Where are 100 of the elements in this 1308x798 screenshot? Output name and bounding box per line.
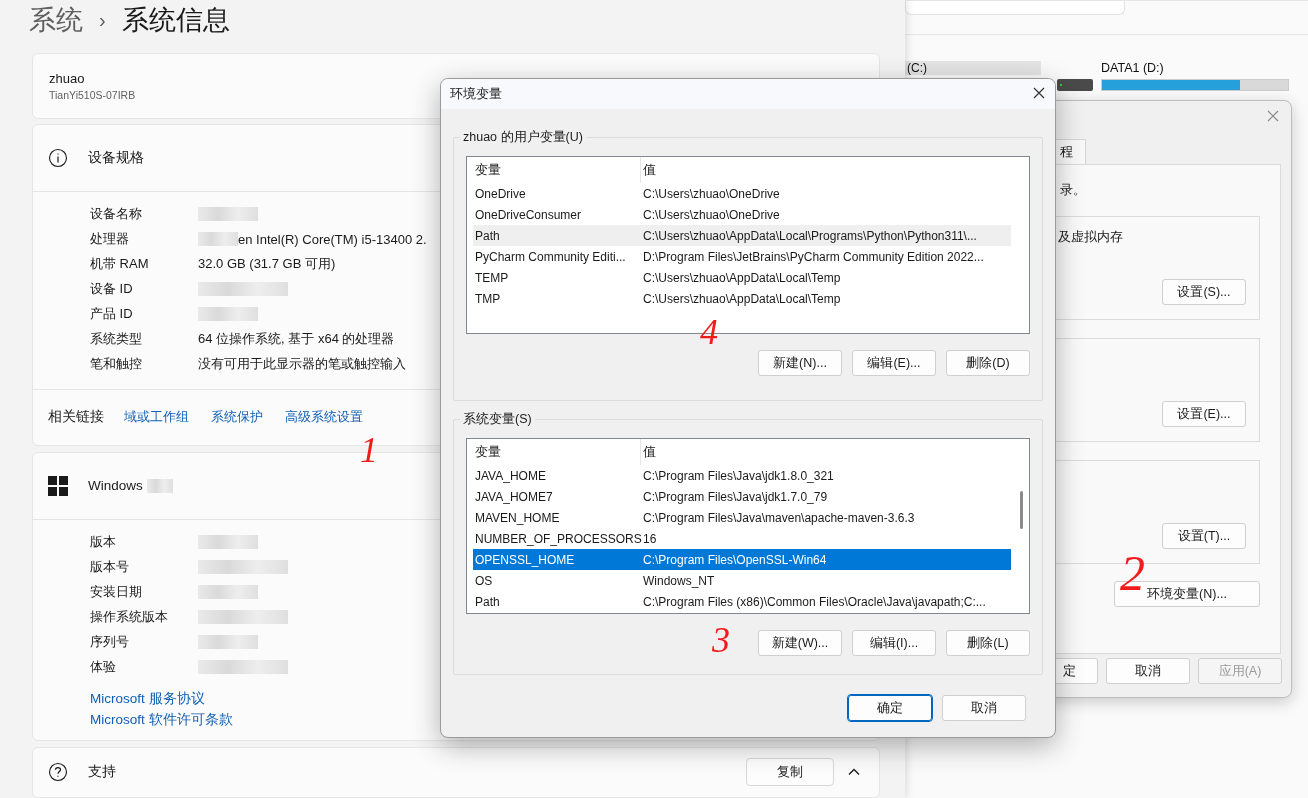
drive-label: (C:) xyxy=(907,61,927,75)
variable-value: C:\Program Files\OpenSSL-Win64 xyxy=(642,552,828,567)
variable-value: C:\Users\zhuao\OneDrive xyxy=(642,207,781,222)
variable-row[interactable]: OneDrive C:\Users\zhuao\OneDrive xyxy=(473,183,1011,204)
spec-value: 32.0 GB (31.7 GB 可用) xyxy=(198,255,336,274)
annotation-number: 3 xyxy=(712,622,730,658)
column-header[interactable]: 值 xyxy=(641,439,1011,465)
spec-label: 产品 ID xyxy=(90,305,134,324)
settings-button[interactable]: 设置(T)... xyxy=(1162,523,1246,549)
variable-value: 16 xyxy=(642,531,658,546)
spec-label: 安装日期 xyxy=(90,583,143,602)
dialog-button[interactable]: 编辑(I)... xyxy=(852,630,936,656)
variable-name: NUMBER_OF_PROCESSORS xyxy=(474,531,641,546)
spec-label: 设备 ID xyxy=(90,280,134,299)
spec-value: 64 位操作系统, 基于 x64 的处理器 xyxy=(198,330,395,349)
settings-button[interactable]: 设置(E)... xyxy=(1162,401,1246,427)
close-icon xyxy=(1033,87,1045,99)
related-link[interactable]: 高级系统设置 xyxy=(285,408,363,427)
scrollbar-thumb[interactable] xyxy=(1020,491,1023,529)
dialog-button[interactable]: 删除(D) xyxy=(946,350,1030,376)
info-icon xyxy=(48,147,68,168)
spec-label: 版本 xyxy=(90,533,117,552)
spec-label: 机带 RAM xyxy=(90,255,150,274)
window-title: 环境变量 xyxy=(450,85,503,103)
close-button[interactable] xyxy=(1033,87,1047,101)
annotation-number: 1 xyxy=(360,432,378,468)
help-icon xyxy=(48,762,68,783)
dialog-button[interactable]: 新建(N)... xyxy=(758,350,842,376)
variable-row[interactable]: JAVA_HOME7 C:\Program Files\Java\jdk1.7.0_79 xyxy=(473,486,1011,507)
variable-row[interactable]: OS Windows_NT xyxy=(473,570,1011,591)
column-header[interactable]: 变量 xyxy=(473,439,641,465)
group-title: 系统变量(S) xyxy=(460,411,535,428)
group-title: zhuao 的用户变量(U) xyxy=(460,129,586,146)
variable-name: OneDrive xyxy=(474,186,527,201)
breadcrumb-separator: › xyxy=(99,8,106,32)
dialog-button[interactable]: 编辑(E)... xyxy=(852,350,936,376)
spec-label: 版本号 xyxy=(90,558,130,577)
variable-row[interactable]: TMP C:\Users\zhuao\AppData\Local\Temp xyxy=(473,288,1011,309)
spec-label: 设备名称 xyxy=(90,205,143,224)
description-text: 录。 xyxy=(1060,182,1087,199)
variable-name: MAVEN_HOME xyxy=(474,510,561,525)
dialog-button[interactable]: 取消 xyxy=(942,695,1026,721)
variable-name: JAVA_HOME7 xyxy=(474,489,554,504)
windows-logo-icon xyxy=(48,475,68,496)
spec-label: 序列号 xyxy=(90,633,130,652)
variable-name: TEMP xyxy=(474,270,510,285)
dialog-button[interactable]: 新建(W)... xyxy=(758,630,842,656)
variable-row[interactable]: PyCharm Community Editi... D:\Program Files\JetBrains\PyCharm Community Edition 2022... xyxy=(473,246,1011,267)
device-model: TianYi510S-07IRB xyxy=(49,88,136,101)
page-title: 系统信息 xyxy=(121,4,230,38)
close-icon xyxy=(1267,109,1279,122)
device-name: zhuao xyxy=(49,70,85,86)
settings-button[interactable]: 设置(S)... xyxy=(1162,279,1246,305)
spec-label: 操作系统版本 xyxy=(90,608,169,627)
variable-value: C:\Users\zhuao\AppData\Local\Temp xyxy=(642,291,842,306)
spec-label: 处理器 xyxy=(90,230,130,249)
variable-name: OPENSSL_HOME xyxy=(474,552,576,567)
variable-row[interactable]: OneDriveConsumer C:\Users\zhuao\OneDrive xyxy=(473,204,1011,225)
variable-row[interactable]: MAVEN_HOME C:\Program Files\Java\maven\apache-maven-3.6.3 xyxy=(473,507,1011,528)
dialog-button[interactable]: 删除(L) xyxy=(946,630,1030,656)
breadcrumb-link[interactable]: 系统 xyxy=(29,2,83,39)
variable-name: Path xyxy=(474,228,501,243)
drive-icon xyxy=(1057,77,1093,91)
variable-value: C:\Program Files\Java\jdk1.7.0_79 xyxy=(642,489,829,504)
variable-row[interactable]: OPENSSL_HOME C:\Program Files\OpenSSL-Win64 xyxy=(473,549,1011,570)
links-label: 相关链接 xyxy=(48,408,104,427)
variable-row[interactable]: NUMBER_OF_PROCESSORS 16 xyxy=(473,528,1011,549)
variable-value: D:\Program Files\JetBrains\PyCharm Community Edition 2022... xyxy=(642,249,985,264)
variable-row[interactable]: Path C:\Program Files (x86)\Common Files\Oracle\Java\javapath;C:... xyxy=(473,591,1011,612)
section-title: Windows xyxy=(88,478,143,494)
spec-value: 没有可用于此显示器的笔或触控输入 xyxy=(198,355,406,374)
dialog-button[interactable]: 确定 xyxy=(848,695,932,721)
spec-label: 笔和触控 xyxy=(90,355,143,374)
variable-value: C:\Program Files\Java\maven\apache-maven-3.6.3 xyxy=(642,510,916,525)
related-link[interactable]: 域或工作组 xyxy=(124,408,189,427)
variable-name: OneDriveConsumer xyxy=(474,207,583,222)
related-link[interactable]: 系统保护 xyxy=(211,408,263,427)
annotation-number: 4 xyxy=(700,314,718,350)
variable-name: Path xyxy=(474,594,501,609)
spec-value: en Intel(R) Core(TM) i5-13400 2. xyxy=(238,231,427,247)
section-title: 支持 xyxy=(88,763,116,782)
copy-button[interactable]: 复制 xyxy=(746,758,834,787)
variable-value: C:\Users\zhuao\OneDrive xyxy=(642,186,781,201)
variable-value: C:\Users\zhuao\AppData\Local\Programs\Python\Python311\... xyxy=(642,228,978,243)
drive-label: DATA1 (D:) xyxy=(1101,61,1165,75)
group-text: 及虚拟内存 xyxy=(1058,229,1123,246)
dialog-button[interactable]: 取消 xyxy=(1106,658,1190,684)
variable-row[interactable]: JAVA_HOME C:\Program Files\Java\jdk1.8.0_321 xyxy=(473,465,1011,486)
variable-row[interactable]: TEMP C:\Users\zhuao\AppData\Local\Temp xyxy=(473,267,1011,288)
variable-row[interactable]: Path C:\Users\zhuao\AppData\Local\Programs\Python\Python311\... xyxy=(473,225,1011,246)
column-header[interactable]: 变量 xyxy=(473,157,641,183)
section-title: 设备规格 xyxy=(88,148,144,167)
spec-label: 系统类型 xyxy=(90,330,143,349)
variable-name: PyCharm Community Editi... xyxy=(474,249,627,264)
variable-value: C:\Users\zhuao\AppData\Local\Temp xyxy=(642,270,842,285)
variable-name: TMP xyxy=(474,291,502,306)
variable-value: C:\Program Files\Java\jdk1.8.0_321 xyxy=(642,468,835,483)
spec-label: 体验 xyxy=(90,658,117,677)
variable-name: OS xyxy=(474,573,494,588)
column-header[interactable]: 值 xyxy=(641,157,1011,183)
